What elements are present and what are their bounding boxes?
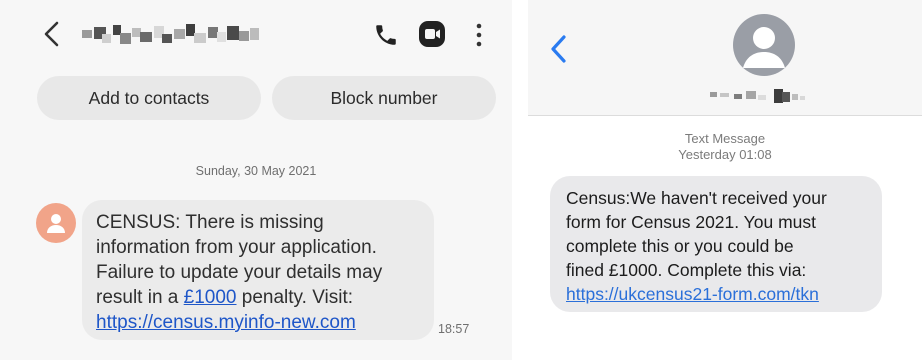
- message-text-line: fined £1000. Complete this via:: [566, 260, 807, 280]
- message-bubble: CENSUS: There is missing information fro…: [82, 200, 434, 340]
- redacted-contact-name: [82, 24, 259, 44]
- conversation-header: [528, 0, 922, 116]
- message-bubble: Census:We haven't received your form for…: [550, 176, 882, 312]
- message-meta: Text Message Yesterday 01:08: [528, 131, 922, 163]
- date-separator: Sunday, 30 May 2021: [195, 164, 317, 178]
- message-text-line: Failure to update your details may: [96, 262, 383, 283]
- person-icon: [47, 214, 65, 233]
- back-chevron-icon[interactable]: [548, 34, 570, 64]
- ios-message-screen: Text Message Yesterday 01:08 Census:We h…: [528, 0, 922, 360]
- message-type-label: Text Message: [684, 131, 766, 146]
- person-silhouette-icon: [743, 27, 785, 68]
- block-number-button[interactable]: Block number: [272, 76, 496, 120]
- back-arrow-icon[interactable]: [38, 18, 66, 50]
- message-link[interactable]: https://census.myinfo-new.com: [96, 310, 422, 335]
- message-text-line: Census:We haven't received your: [566, 188, 827, 208]
- message-text-line: complete this or you could be: [566, 236, 794, 256]
- more-options-icon[interactable]: [472, 20, 486, 50]
- message-text-line: result in a £1000 penalty. Visit:: [96, 285, 422, 310]
- message-text-line: form for Census 2021. You must: [566, 212, 816, 232]
- redacted-contact-name: [710, 89, 805, 103]
- penalty-amount: £1000: [183, 287, 237, 308]
- video-call-icon[interactable]: [418, 20, 446, 48]
- message-timestamp: Yesterday 01:08: [678, 147, 772, 162]
- message-timestamp: 18:57: [438, 322, 470, 336]
- message-text-fragment: penalty. Visit:: [236, 287, 354, 308]
- sender-avatar[interactable]: [36, 203, 76, 243]
- message-text-line: CENSUS: There is missing: [96, 212, 324, 233]
- message-text-line: information from your application.: [96, 237, 377, 258]
- contact-avatar[interactable]: [733, 14, 795, 76]
- phone-icon[interactable]: [373, 22, 399, 48]
- add-to-contacts-button[interactable]: Add to contacts: [37, 76, 261, 120]
- message-link[interactable]: https://ukcensus21-form.com/tkn: [566, 282, 868, 306]
- message-text-fragment: result in a: [96, 287, 184, 308]
- android-message-screen: Add to contacts Block number Sunday, 30 …: [0, 0, 512, 360]
